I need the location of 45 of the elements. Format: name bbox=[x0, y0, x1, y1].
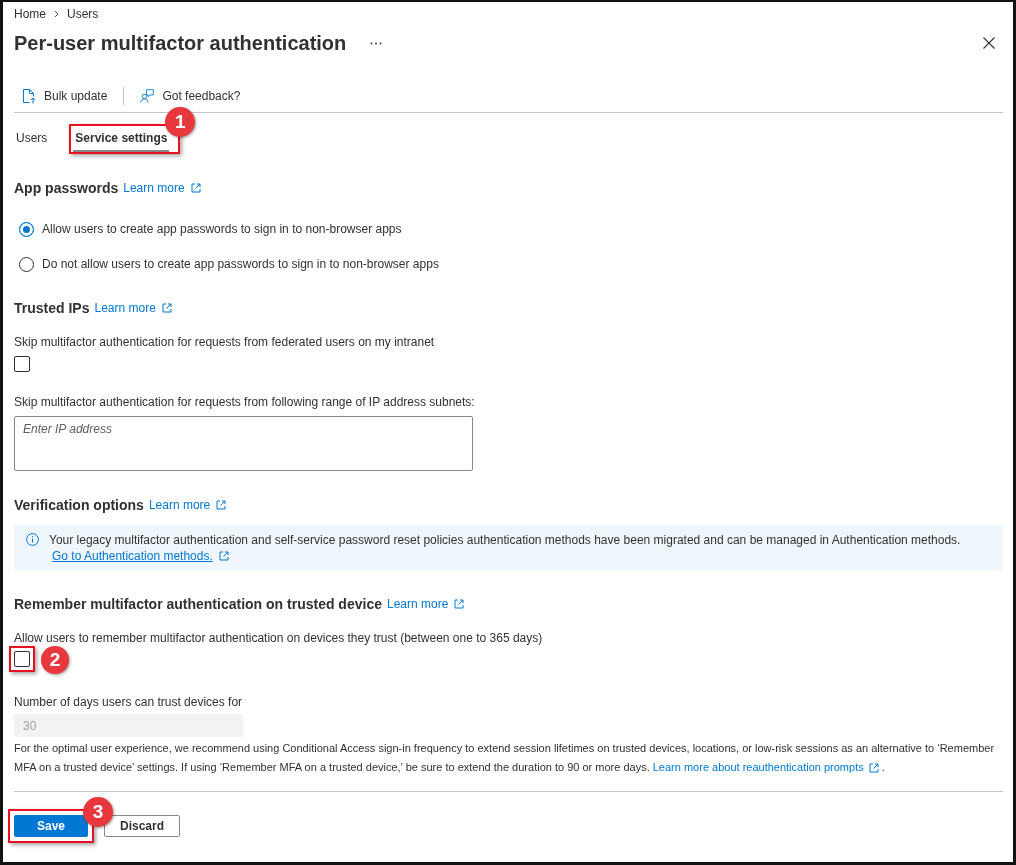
bulk-update-button[interactable]: Bulk update bbox=[14, 82, 116, 110]
checkbox-label: Skip multifactor authentication for requests from federated users on my intranet bbox=[14, 334, 436, 350]
radio-button[interactable] bbox=[19, 256, 34, 272]
checkbox[interactable] bbox=[14, 356, 30, 372]
info-text: Your legacy multifactor authentication and self-service password reset policies authentication methods have been migrated and can be managed in Authentication methods. bbox=[49, 532, 961, 548]
save-button[interactable]: Save bbox=[14, 815, 88, 837]
field-label: Skip multifactor authentication for requests from following range of IP address subnets: bbox=[14, 394, 476, 410]
external-link-icon bbox=[868, 762, 879, 773]
person-speech-icon bbox=[140, 88, 155, 104]
feedback-button[interactable]: Got feedback? bbox=[132, 82, 249, 110]
page-title: Per-user multifactor authentication bbox=[14, 31, 347, 56]
external-link-icon bbox=[218, 551, 229, 561]
radio-button[interactable] bbox=[19, 221, 34, 237]
discard-button[interactable]: Discard bbox=[104, 815, 180, 837]
radio-label: Do not allow users to create app passwords to sign in to non-browser apps bbox=[42, 257, 439, 271]
auth-methods-link[interactable]: Go to Authentication methods. bbox=[52, 548, 229, 564]
more-icon[interactable] bbox=[370, 41, 383, 45]
note-text: For the optimal user experience, we recommend using Conditional Access sign-in frequency to extend session lifetimes on trusted devices, locations, or low-risk sessions as an alternative to ‘Remember MFA on a trusted device’ settings. If using ‘Remember MFA on a trusted device,’ be sure to extend the duration to 90 or more days. Learn more about reauthentication prompts . bbox=[14, 739, 1003, 777]
checkbox[interactable] bbox=[14, 651, 30, 667]
section-heading: App passwords bbox=[14, 179, 119, 198]
breadcrumb-link[interactable]: Home bbox=[14, 6, 46, 22]
section-heading: Remember multifactor authentication on trusted device bbox=[14, 595, 382, 614]
close-icon[interactable] bbox=[983, 37, 995, 49]
chevron-icon bbox=[54, 10, 59, 18]
document-arrow-icon bbox=[22, 88, 36, 104]
learn-more-link[interactable]: Learn more bbox=[94, 301, 172, 315]
info-icon bbox=[26, 533, 39, 546]
checkbox-label: Allow users to remember multifactor authentication on devices they trust (between one to 365 days) bbox=[14, 630, 544, 646]
learn-more-link[interactable]: Learn more bbox=[148, 498, 227, 512]
learn-more-link[interactable]: Learn more bbox=[123, 181, 201, 195]
section-heading: Verification options bbox=[14, 496, 144, 515]
callout-badge: 3 bbox=[83, 797, 113, 827]
section-heading: Trusted IPs bbox=[14, 299, 90, 318]
reauth-link[interactable]: Learn more about reauthentication prompts bbox=[652, 758, 879, 777]
external-link-icon bbox=[190, 183, 201, 193]
breadcrumb-link[interactable]: Users bbox=[67, 6, 99, 22]
tab[interactable]: Users bbox=[14, 126, 50, 152]
field-label: Number of days users can trust devices for bbox=[14, 694, 244, 710]
radio-label: Allow users to create app passwords to sign in to non-browser apps bbox=[42, 222, 402, 236]
external-link-icon bbox=[454, 599, 465, 609]
callout-badge: 2 bbox=[41, 646, 69, 674]
ip-address-field[interactable]: Enter IP address bbox=[14, 416, 473, 471]
external-link-icon bbox=[216, 500, 227, 510]
external-link-icon bbox=[161, 303, 172, 313]
learn-more-link[interactable]: Learn more bbox=[386, 597, 465, 611]
